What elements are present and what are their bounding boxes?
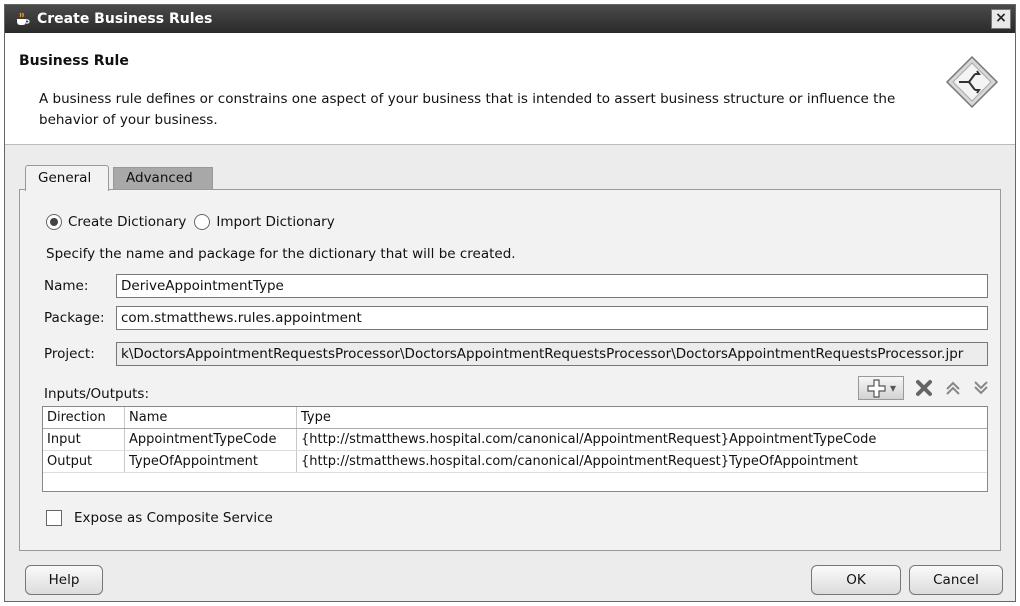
name-label: Name: [44,278,89,294]
add-icon [867,379,886,398]
dictionary-mode-group: Create Dictionary Import Dictionary [46,214,335,230]
inputs-outputs-label: Inputs/Outputs: [44,386,150,402]
header-banner: Business Rule A business rule defines or… [5,33,1015,145]
header-description: A business rule defines or constrains on… [39,91,896,128]
create-dictionary-label[interactable]: Create Dictionary [68,214,186,230]
tab-advanced-label: Advanced [126,170,193,186]
project-field[interactable]: k\DoctorsAppointmentRequestsProcessor\Do… [116,342,988,366]
project-label: Project: [44,346,95,362]
close-button[interactable]: × [991,9,1011,29]
window-title: Create Business Rules [37,11,213,27]
general-panel: Create Dictionary Import Dictionary Spec… [19,189,1001,551]
import-dictionary-radio[interactable] [194,214,211,230]
package-field[interactable]: com.stmatthews.rules.appointment [116,306,988,330]
expose-composite-row: Expose as Composite Service [46,510,273,526]
direction-cell: Input [43,429,125,450]
import-dictionary-label[interactable]: Import Dictionary [216,214,334,230]
delete-icon[interactable] [914,378,934,398]
java-cup-icon [11,8,33,30]
tab-advanced[interactable]: Advanced [113,167,213,190]
type-cell: {http://stmatthews.hospital.com/canonica… [301,432,877,447]
expose-composite-checkbox[interactable] [46,510,62,526]
column-header-direction[interactable]: Direction [43,407,125,428]
cancel-button[interactable]: Cancel [909,565,1003,595]
create-dictionary-radio[interactable] [46,214,62,230]
table-row[interactable]: Input AppointmentTypeCode {http://stmatt… [43,429,987,451]
chevron-down-icon: ▾ [889,381,897,395]
name-field[interactable]: DeriveAppointmentType [116,274,988,298]
dialog-window: Create Business Rules × Business Rule A … [4,4,1016,602]
instruction-text: Specify the name and package for the dic… [46,246,516,262]
table-header-row: Direction Name Type [43,407,987,429]
title-bar: Create Business Rules × [5,5,1015,33]
name-cell: AppointmentTypeCode [125,429,297,450]
tab-general-label: General [38,170,92,186]
direction-cell: Output [43,451,125,472]
header-title: Business Rule [19,53,129,69]
table-row[interactable]: Output TypeOfAppointment {http://stmatth… [43,451,987,473]
move-up-icon[interactable] [944,379,962,397]
inputs-outputs-table: Direction Name Type Input AppointmentTyp… [42,406,988,492]
ok-button[interactable]: OK [811,565,901,595]
io-toolbar: ▾ [858,376,990,400]
package-label: Package: [44,310,105,326]
move-down-icon[interactable] [972,379,990,397]
tab-general[interactable]: General [25,165,109,191]
add-button[interactable]: ▾ [858,376,904,400]
column-header-type[interactable]: Type [297,407,987,428]
business-rule-diamond-icon [945,55,999,109]
expose-composite-label[interactable]: Expose as Composite Service [74,510,273,526]
column-header-name[interactable]: Name [125,407,297,428]
type-cell: {http://stmatthews.hospital.com/canonica… [301,454,858,469]
help-button[interactable]: Help [25,565,103,595]
name-cell: TypeOfAppointment [125,451,297,472]
